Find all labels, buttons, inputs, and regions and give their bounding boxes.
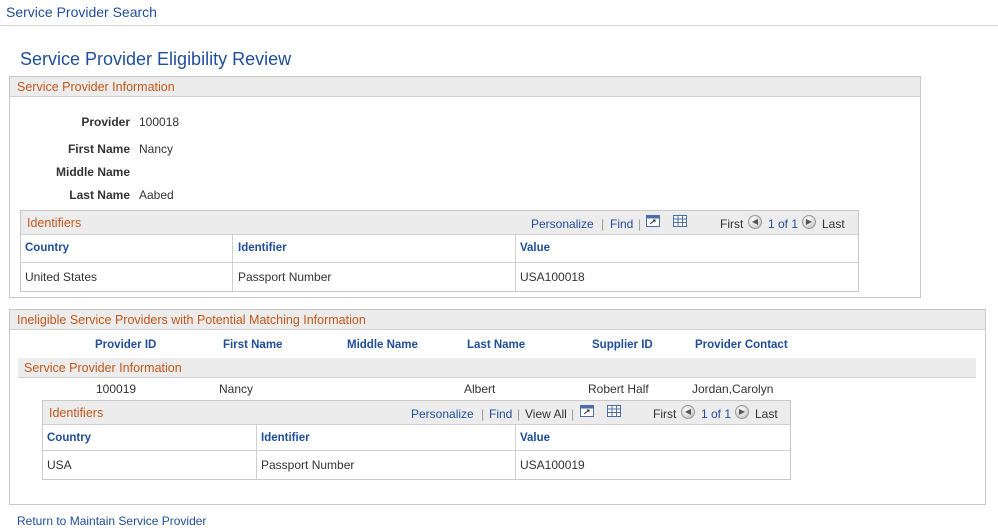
row-divider bbox=[21, 262, 858, 263]
col-provider-contact: Provider Contact bbox=[695, 339, 788, 351]
ineligible-identifiers-grid: Identifiers Personalize | Find | View Al… bbox=[42, 400, 791, 480]
cell-identifier: Passport Number bbox=[261, 458, 355, 472]
zoom-grid-icon[interactable] bbox=[646, 215, 660, 227]
col-divider bbox=[256, 425, 257, 479]
cell-country: United States bbox=[25, 270, 98, 284]
cell-value: USA100019 bbox=[520, 458, 585, 472]
cell-provider-contact: Jordan,Carolyn bbox=[692, 382, 774, 396]
first-name-value: Nancy bbox=[139, 142, 174, 156]
identifiers-grid-header: Identifiers Personalize | Find | First ◀… bbox=[21, 211, 858, 235]
col-divider bbox=[515, 235, 516, 291]
download-spreadsheet-icon[interactable] bbox=[673, 215, 687, 227]
personalize-link[interactable]: Personalize bbox=[531, 217, 594, 231]
col-supplier-id: Supplier ID bbox=[592, 339, 653, 351]
col-middle-name: Middle Name bbox=[347, 339, 418, 351]
previous-arrow-icon[interactable]: ◀ bbox=[681, 405, 695, 419]
last-label: Last bbox=[822, 217, 845, 231]
col-divider bbox=[232, 235, 233, 291]
range-indicator: 1 of 1 bbox=[701, 407, 732, 421]
separator: | bbox=[638, 217, 642, 231]
col-value[interactable]: Value bbox=[520, 242, 550, 254]
find-link[interactable]: Find bbox=[610, 217, 633, 231]
identifiers-grid: Identifiers Personalize | Find | First ◀… bbox=[20, 210, 859, 292]
next-arrow-icon[interactable]: ▶ bbox=[735, 405, 749, 419]
ineligible-detail-area: Service Provider Information 100019 Nanc… bbox=[18, 358, 976, 498]
ineligible-providers-header: Ineligible Service Providers with Potent… bbox=[10, 310, 985, 330]
cell-value: USA100018 bbox=[520, 270, 585, 284]
personalize-link[interactable]: Personalize bbox=[411, 407, 474, 421]
breadcrumb-service-provider-search[interactable]: Service Provider Search bbox=[6, 4, 157, 20]
first-label: First bbox=[720, 217, 744, 231]
last-name-label: Last Name bbox=[69, 188, 130, 202]
provider-label: Provider bbox=[81, 115, 130, 129]
service-provider-info-header: Service Provider Information bbox=[10, 77, 920, 97]
separator: | bbox=[601, 217, 605, 231]
separator: | bbox=[481, 407, 485, 421]
separator: | bbox=[517, 407, 521, 421]
identifiers-grid-title: Identifiers bbox=[27, 216, 82, 230]
zoom-grid-icon[interactable] bbox=[580, 405, 594, 417]
col-value[interactable]: Value bbox=[520, 432, 550, 444]
cell-supplier-id: Robert Half bbox=[588, 382, 649, 396]
row-divider bbox=[43, 450, 790, 451]
cell-identifier: Passport Number bbox=[238, 270, 332, 284]
header-divider bbox=[0, 25, 998, 26]
download-spreadsheet-icon[interactable] bbox=[607, 405, 621, 417]
col-first-name: First Name bbox=[223, 339, 283, 351]
col-country[interactable]: Country bbox=[25, 242, 69, 254]
cell-provider-id: 100019 bbox=[96, 382, 137, 396]
previous-arrow-icon[interactable]: ◀ bbox=[748, 215, 762, 229]
last-label: Last bbox=[755, 407, 778, 421]
col-country[interactable]: Country bbox=[47, 432, 91, 444]
cell-country: USA bbox=[47, 458, 72, 472]
view-all-link[interactable]: View All bbox=[525, 407, 567, 421]
find-link[interactable]: Find bbox=[489, 407, 512, 421]
ineligible-identifiers-grid-header: Identifiers Personalize | Find | View Al… bbox=[43, 401, 790, 425]
page-title: Service Provider Eligibility Review bbox=[20, 49, 292, 69]
col-divider bbox=[515, 425, 516, 479]
first-label: First bbox=[653, 407, 677, 421]
service-provider-info-box: Service Provider Information Provider 10… bbox=[9, 76, 921, 298]
sub-section-header: Service Provider Information bbox=[18, 358, 976, 378]
provider-value: 100018 bbox=[139, 115, 180, 129]
col-identifier[interactable]: Identifier bbox=[261, 432, 310, 444]
range-indicator: 1 of 1 bbox=[768, 217, 799, 231]
col-identifier[interactable]: Identifier bbox=[238, 242, 287, 254]
last-name-value: Aabed bbox=[139, 188, 174, 202]
return-to-maintain-link[interactable]: Return to Maintain Service Provider bbox=[17, 514, 206, 528]
next-arrow-icon[interactable]: ▶ bbox=[802, 215, 816, 229]
separator: | bbox=[571, 407, 575, 421]
first-name-label: First Name bbox=[67, 142, 130, 156]
ineligible-identifiers-grid-title: Identifiers bbox=[49, 406, 104, 420]
middle-name-label: Middle Name bbox=[55, 165, 130, 179]
ineligible-providers-box: Ineligible Service Providers with Potent… bbox=[9, 309, 986, 505]
col-last-name: Last Name bbox=[467, 339, 526, 351]
cell-last-name: Albert bbox=[464, 382, 496, 396]
col-provider-id: Provider ID bbox=[95, 339, 157, 351]
cell-first-name: Nancy bbox=[219, 382, 254, 396]
